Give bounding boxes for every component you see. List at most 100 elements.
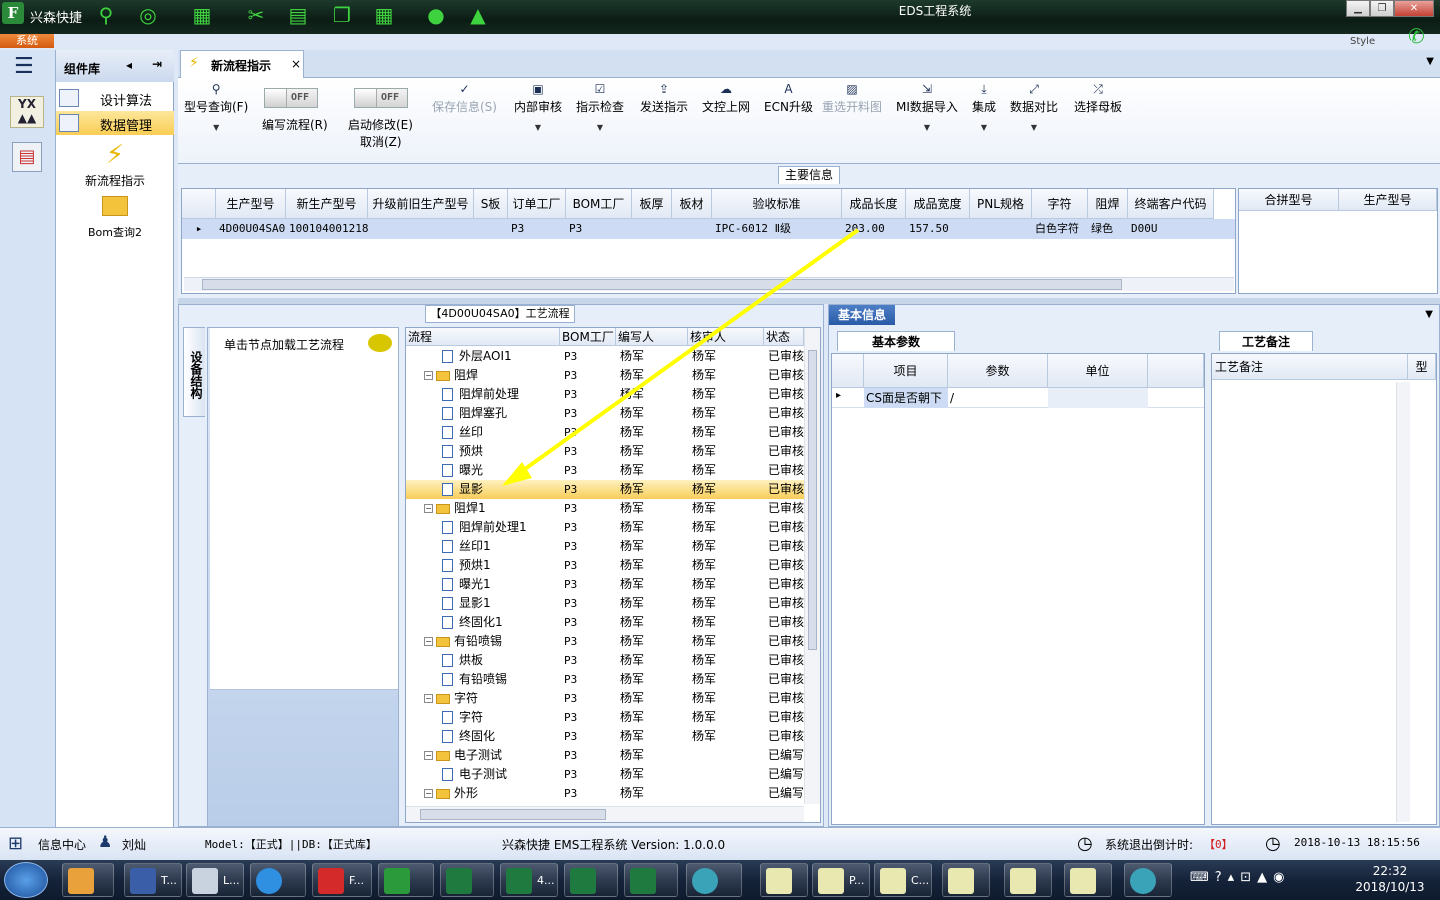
tree-cell-reviewer[interactable]: 杨军 [692, 708, 764, 727]
tree-group-row[interactable]: − 电子测试 P3 杨军 已编写 [406, 746, 804, 765]
reselect-cutting-button[interactable]: ▨ 重选开料图 [822, 82, 882, 115]
mi-import-button[interactable]: ⇲ MI数据导入 ▼ [896, 82, 958, 132]
param-value-cell[interactable]: / [950, 388, 954, 408]
column-header[interactable]: 单位 [1048, 354, 1148, 388]
tree-cell-reviewer[interactable]: 杨军 [692, 518, 764, 537]
dropdown-arrow-icon[interactable]: ▼ [184, 123, 248, 132]
tree-cell-writer[interactable]: 杨军 [620, 556, 688, 575]
tree-node-cell[interactable]: 阻焊塞孔 [406, 404, 560, 423]
tree-node-cell[interactable]: 电子测试 [406, 765, 560, 784]
tab-new-process-instruction[interactable]: ⚡ 新流程指示 × [180, 50, 304, 78]
tree-cell-writer[interactable]: 杨军 [620, 518, 688, 537]
tree-cell-writer[interactable]: 杨军 [620, 423, 688, 442]
table-cell[interactable]: 4D00U04SA0 [216, 219, 286, 239]
column-header[interactable]: 订单工厂 [508, 189, 566, 219]
table-cell[interactable]: D00U [1128, 219, 1214, 239]
tree-node-cell[interactable]: 显影 [406, 480, 560, 499]
table-cell[interactable]: P3 [566, 219, 632, 239]
tree-node-cell[interactable]: − 阻焊1 [406, 499, 560, 518]
toggle-switch[interactable]: OFF [264, 88, 318, 108]
tree-group-row[interactable]: − 外形 P3 杨军 已编写 [406, 784, 804, 803]
tree-cell-reviewer[interactable]: 杨军 [692, 442, 764, 461]
tree-node-cell[interactable]: 曝光 [406, 461, 560, 480]
tab-equipment-structure[interactable]: 设备结构 [183, 327, 205, 417]
chevron-down-icon[interactable]: ▼ [1425, 309, 1433, 320]
tree-cell-status[interactable]: 已审核 [768, 404, 804, 423]
horizontal-scrollbar[interactable] [406, 806, 804, 822]
tree-cell-status[interactable]: 已审核 [768, 670, 804, 689]
taskbar-app-excel[interactable] [624, 863, 678, 897]
tree-cell-factory[interactable]: P3 [564, 366, 616, 385]
taskbar-app[interactable]: C... [874, 863, 932, 897]
bom-query2-button[interactable]: Bom查询2 [56, 196, 174, 240]
tree-group-row[interactable]: − 阻焊1 P3 杨军 杨军 已审核 [406, 499, 804, 518]
tab-close-icon[interactable]: × [291, 57, 301, 71]
tree-cell-factory[interactable]: P3 [564, 746, 616, 765]
scrollbar-thumb[interactable] [808, 350, 817, 650]
taskbar-app-x[interactable] [942, 863, 990, 897]
table-cell[interactable] [672, 219, 712, 239]
collapse-toggle-icon[interactable]: − [424, 504, 433, 513]
tree-cell-status[interactable]: 已审核 [768, 613, 804, 632]
tree-row[interactable]: 预烘 P3 杨军 杨军 已审核 [406, 442, 804, 461]
tree-cell-status[interactable]: 已审核 [768, 480, 804, 499]
tree-row[interactable]: 阻焊前处理 P3 杨军 杨军 已审核 [406, 385, 804, 404]
restore-button[interactable]: ❐ [1370, 0, 1394, 17]
tree-cell-factory[interactable]: P3 [564, 537, 616, 556]
tree-cell-status[interactable]: 已编写 [768, 746, 804, 765]
tree-cell-writer[interactable]: 杨军 [620, 708, 688, 727]
tree-cell-factory[interactable]: P3 [564, 708, 616, 727]
search-icon[interactable]: ⚲ [94, 3, 118, 27]
column-header[interactable]: 新生产型号 [286, 189, 368, 219]
toggle-switch[interactable]: OFF [354, 88, 408, 108]
tree-cell-reviewer[interactable]: 杨军 [692, 404, 764, 423]
column-header[interactable]: BOM工厂 [560, 328, 616, 346]
taskbar-app[interactable]: P... [812, 863, 870, 897]
tree-cell-status[interactable]: 已审核 [768, 708, 804, 727]
tree-row[interactable]: 阻焊前处理1 P3 杨军 杨军 已审核 [406, 518, 804, 537]
taskbar-app-eds[interactable] [378, 863, 434, 897]
tree-node-cell[interactable]: − 阻焊 [406, 366, 560, 385]
column-header[interactable]: 核审人 [688, 328, 764, 346]
save-info-button[interactable]: ✓ 保存信息(S) [432, 82, 497, 115]
tree-cell-writer[interactable]: 杨军 [620, 613, 688, 632]
column-header[interactable]: 生产型号 [1339, 189, 1437, 211]
tree-row[interactable]: 字符 P3 杨军 杨军 已审核 [406, 708, 804, 727]
tree-node-cell[interactable]: 预烘1 [406, 556, 560, 575]
tree-cell-reviewer[interactable]: 杨军 [692, 632, 764, 651]
column-header[interactable]: 生产型号 [216, 189, 286, 219]
minimize-button[interactable]: ▁ [1346, 0, 1370, 17]
calculator-module-icon[interactable]: ▤ [12, 142, 42, 172]
tree-cell-factory[interactable]: P3 [564, 594, 616, 613]
tree-group-row[interactable]: − 字符 P3 杨军 杨军 已审核 [406, 689, 804, 708]
dropdown-arrow-icon[interactable]: ▼ [972, 123, 996, 132]
tree-cell-status[interactable]: 已审核 [768, 556, 804, 575]
tree-node-cell[interactable]: 烘板 [406, 651, 560, 670]
tree-node-cell[interactable]: 字符 [406, 708, 560, 727]
tree-cell-writer[interactable]: 杨军 [620, 651, 688, 670]
tree-row[interactable]: 终固化1 P3 杨军 杨军 已审核 [406, 613, 804, 632]
column-header[interactable]: BOM工厂 [566, 189, 632, 219]
tree-cell-writer[interactable]: 杨军 [620, 594, 688, 613]
taskbar-app-x[interactable] [1004, 863, 1052, 897]
send-instruction-button[interactable]: ⇪ 发送指示 [640, 82, 688, 115]
tree-node-cell[interactable]: 丝印1 [406, 537, 560, 556]
tree-cell-status[interactable]: 已审核 [768, 594, 804, 613]
tree-cell-factory[interactable]: P3 [564, 480, 616, 499]
column-header[interactable]: 验收标准 [712, 189, 842, 219]
tree-cell-writer[interactable]: 杨军 [620, 480, 688, 499]
tree-cell-factory[interactable]: P3 [564, 632, 616, 651]
table-cell[interactable]: 白色字符 [1032, 219, 1088, 239]
tree-row[interactable]: 电子测试 P3 杨军 已编写 [406, 765, 804, 784]
tree-cell-factory[interactable]: P3 [564, 651, 616, 670]
start-button-icon[interactable] [4, 862, 48, 898]
table-cell[interactable]: 203.00 [842, 219, 906, 239]
table-icon[interactable]: ▦ [190, 3, 214, 27]
tree-cell-factory[interactable]: P3 [564, 385, 616, 404]
tree-node-cell[interactable]: 有铅喷锡 [406, 670, 560, 689]
tree-node-cell[interactable]: 曝光1 [406, 575, 560, 594]
column-header[interactable]: 工艺备注 [1212, 354, 1408, 380]
tree-cell-reviewer[interactable]: 杨军 [692, 423, 764, 442]
internal-review-button[interactable]: ▣ 内部审核 ▼ [514, 82, 562, 132]
column-header[interactable]: S板 [474, 189, 508, 219]
